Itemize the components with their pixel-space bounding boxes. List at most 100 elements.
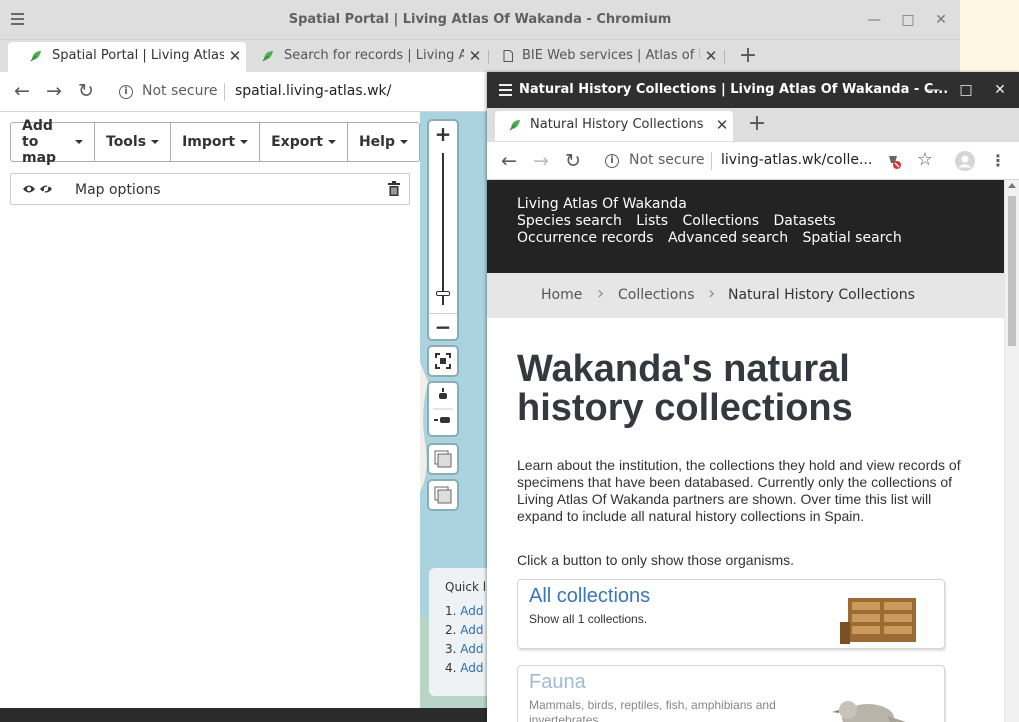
tab-bie-web-services[interactable]: BIE Web services | Atlas of L ✕	[490, 42, 722, 72]
layers-icon	[434, 450, 452, 468]
tab-spatial-portal[interactable]: Spatial Portal | Living Atlas ✕	[8, 42, 246, 72]
tab-close-icon[interactable]: ✕	[700, 42, 722, 70]
forward-icon[interactable]: →	[530, 150, 552, 172]
page-title: Wakanda's natural history collections	[517, 348, 853, 429]
new-tab-icon[interactable]: +	[738, 44, 758, 68]
layers-button-2[interactable]	[429, 481, 457, 509]
tools-label: Tools	[106, 134, 147, 150]
minimize-icon[interactable]: —	[864, 10, 884, 30]
card-description: Mammals, birds, reptiles, fish, amphibia…	[529, 698, 776, 722]
leaf-icon	[509, 120, 520, 131]
collection-filter-all[interactable]: All collections Show all 1 collections.	[517, 579, 945, 649]
maximize-icon[interactable]: □	[956, 80, 976, 100]
profile-avatar-icon[interactable]	[955, 151, 975, 171]
export-button[interactable]: Export	[260, 123, 348, 161]
new-tab-icon[interactable]: +	[747, 112, 767, 136]
zoom-in-button[interactable]: +	[429, 121, 457, 147]
quick-link-item: 4. Add	[445, 661, 484, 675]
leaf-icon	[30, 51, 41, 62]
url-field[interactable]: living-atlas.wk/colle...	[721, 152, 872, 168]
minimize-icon[interactable]: —	[923, 80, 943, 100]
title-bar[interactable]: Spatial Portal | Living Atlas Of Wakanda…	[0, 0, 960, 40]
card-title: Fauna	[529, 671, 586, 693]
taskbar	[0, 708, 487, 722]
nav-row: Occurrence records Advanced search Spati…	[517, 230, 1004, 247]
window-menu-icon[interactable]	[499, 84, 512, 98]
tab-natural-history[interactable]: Natural History Collections ✕	[495, 111, 733, 141]
document-icon	[503, 50, 513, 62]
maximize-icon[interactable]: □	[898, 10, 918, 30]
nav-advanced-search[interactable]: Advanced search	[668, 230, 788, 246]
breadcrumb: Home › Collections › Natural History Col…	[487, 273, 1004, 318]
window-title: Natural History Collections | Living Atl…	[519, 82, 949, 97]
trash-icon[interactable]	[388, 181, 400, 196]
eye-slash-icon[interactable]	[39, 183, 53, 195]
quick-link[interactable]: Add	[460, 623, 483, 637]
zoom-slider-track[interactable]	[442, 153, 444, 305]
security-label[interactable]: Not secure	[142, 83, 218, 99]
close-icon[interactable]: ✕	[990, 80, 1010, 100]
quick-link-item: 2. Add	[445, 623, 484, 637]
draw-tools-button[interactable]	[429, 383, 457, 435]
close-icon[interactable]: ✕	[931, 10, 951, 30]
back-icon[interactable]: ←	[11, 80, 33, 102]
nav-collections[interactable]: Collections	[683, 213, 760, 229]
card-title: All collections	[529, 585, 651, 607]
map-options-label: Map options	[75, 182, 161, 198]
caret-down-icon	[327, 140, 336, 144]
breadcrumb-collections[interactable]: Collections	[618, 287, 695, 303]
tools-button[interactable]: Tools	[95, 123, 172, 161]
nav-species-search[interactable]: Species search	[517, 213, 622, 229]
map-canvas[interactable]: + − Quick li 1. Add 2. Add 3. Add 4. Add	[420, 112, 488, 708]
security-label[interactable]: Not secure	[629, 152, 705, 168]
chevron-right-icon: ›	[597, 283, 605, 304]
blocked-content-icon[interactable]	[884, 152, 902, 170]
import-button[interactable]: Import	[171, 123, 261, 161]
tab-label: Natural History Collections	[530, 117, 704, 132]
add-to-map-label: Add to map	[22, 118, 57, 166]
quick-link[interactable]: Add	[460, 604, 483, 618]
bookmark-star-icon[interactable]: ☆	[914, 149, 936, 171]
card-description: Show all 1 collections.	[529, 612, 648, 626]
chevron-right-icon: ›	[708, 283, 716, 304]
scrollbar-thumb[interactable]	[1008, 196, 1016, 346]
back-icon[interactable]: ←	[498, 150, 520, 172]
collection-filter-fauna[interactable]: Fauna Mammals, birds, reptiles, fish, am…	[517, 665, 945, 722]
add-to-map-button[interactable]: Add to map	[11, 118, 95, 166]
vertical-scrollbar[interactable]	[1004, 180, 1019, 722]
draw-icon	[433, 388, 453, 423]
layer-panel: Add to map Tools Import Export Help Map …	[0, 112, 420, 708]
tab-close-icon[interactable]: ✕	[224, 42, 246, 70]
eye-icon[interactable]	[22, 183, 36, 195]
info-icon[interactable]: i	[119, 85, 133, 99]
quick-link[interactable]: Add	[460, 642, 483, 656]
zoom-slider-handle[interactable]	[436, 291, 450, 296]
title-bar[interactable]: Natural History Collections | Living Atl…	[487, 72, 1019, 108]
breadcrumb-home[interactable]: Home	[541, 287, 582, 303]
nav-lists[interactable]: Lists	[636, 213, 668, 229]
layers-button[interactable]	[429, 445, 457, 473]
nav-datasets[interactable]: Datasets	[774, 213, 836, 229]
quick-links-panel: Quick li 1. Add 2. Add 3. Add 4. Add	[429, 568, 488, 696]
site-brand[interactable]: Living Atlas Of Wakanda	[517, 196, 1004, 213]
reload-icon[interactable]: ↻	[75, 80, 97, 102]
tab-search-records[interactable]: Search for records | Living A ✕	[248, 42, 486, 72]
tab-close-icon[interactable]: ✕	[711, 111, 733, 139]
scroll-up-icon[interactable]	[1008, 183, 1016, 188]
info-icon[interactable]: i	[605, 154, 619, 168]
zoom-out-button[interactable]: −	[429, 313, 457, 339]
zoom-extent-button[interactable]	[429, 347, 457, 375]
reload-icon[interactable]: ↻	[562, 150, 584, 172]
nav-spatial-search[interactable]: Spatial search	[803, 230, 902, 246]
tab-label: Search for records | Living A	[284, 48, 468, 63]
quick-link[interactable]: Add	[460, 661, 483, 675]
url-field[interactable]: spatial.living-atlas.wk/	[235, 83, 391, 99]
help-button[interactable]: Help	[348, 123, 419, 161]
site-navigation: Living Atlas Of Wakanda Species search L…	[487, 180, 1004, 273]
tab-label: BIE Web services | Atlas of L	[522, 48, 706, 63]
map-options-row[interactable]: Map options	[10, 173, 410, 205]
tab-close-icon[interactable]: ✕	[464, 42, 486, 70]
forward-icon[interactable]: →	[43, 80, 65, 102]
kebab-menu-icon[interactable]: ⋮	[987, 150, 1009, 172]
nav-occurrence-records[interactable]: Occurrence records	[517, 230, 654, 246]
